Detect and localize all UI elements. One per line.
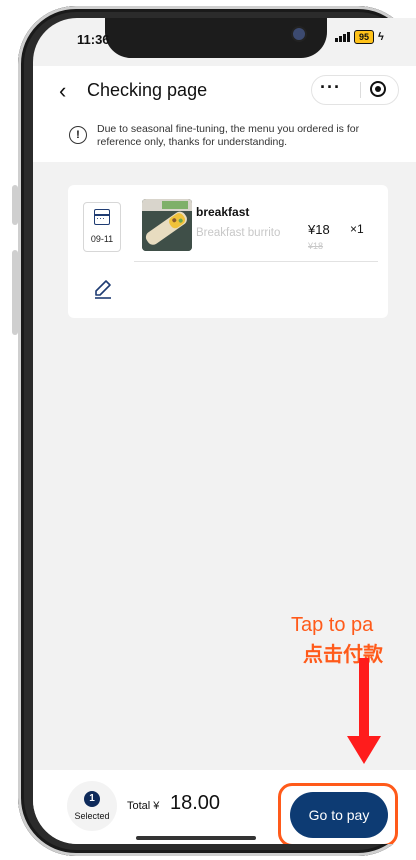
item-name: breakfast xyxy=(196,205,250,219)
selected-label: Selected xyxy=(74,811,110,821)
charging-icon: ϟ xyxy=(378,31,384,43)
home-indicator[interactable] xyxy=(136,836,256,840)
page-title: Checking page xyxy=(87,80,208,100)
camera-icon xyxy=(291,26,307,42)
header-bar: ‹ Checking page ··· xyxy=(33,66,416,116)
checkout-bar: 1 Selected Total ¥ 18.00 Go to pay xyxy=(33,770,416,844)
notice-banner: ! Due to seasonal fine-tuning, the menu … xyxy=(33,116,416,162)
order-card: 09-11 breakfast Breakfast burrito ¥1 xyxy=(68,185,388,318)
annotation-english: Tap to pa xyxy=(291,614,374,636)
selected-counter[interactable]: 1 Selected xyxy=(67,781,117,831)
notch xyxy=(105,18,327,58)
battery-icon: 95 xyxy=(354,30,375,44)
signal-icon xyxy=(335,32,350,42)
item-quantity: ×1 xyxy=(350,222,364,236)
go-to-pay-button[interactable]: Go to pay xyxy=(290,792,388,838)
total-label: Total ¥ xyxy=(127,800,160,812)
edit-pencil-icon[interactable] xyxy=(92,278,114,300)
selected-count-badge: 1 xyxy=(84,791,100,807)
screen: 11:36 95 ϟ ‹ Checking page ··· ! Due to … xyxy=(33,18,416,844)
notice-text: Due to seasonal fine-tuning, the menu yo… xyxy=(97,123,360,148)
back-icon[interactable]: ‹ xyxy=(59,78,66,104)
status-time: 11:36 xyxy=(77,32,110,47)
total-amount: 18.00 xyxy=(170,792,221,814)
date-badge[interactable]: 09-11 xyxy=(83,202,121,252)
capsule-divider xyxy=(360,82,361,98)
date-text: 09-11 xyxy=(90,234,114,244)
arrow-head xyxy=(347,736,381,764)
calendar-icon xyxy=(94,209,110,225)
item-price: ¥18 xyxy=(308,222,330,237)
arrow-down-icon xyxy=(359,658,369,740)
annotation-chinese: 点击付款 xyxy=(303,644,383,666)
mini-program-capsule: ··· xyxy=(311,75,399,105)
more-icon[interactable]: ··· xyxy=(320,77,341,98)
info-icon: ! xyxy=(69,126,87,144)
close-target-icon[interactable] xyxy=(370,81,386,97)
item-description: Breakfast burrito xyxy=(196,227,281,239)
item-original-price: ¥18 xyxy=(308,241,324,251)
phone-frame: 11:36 95 ϟ ‹ Checking page ··· ! Due to … xyxy=(0,0,416,860)
food-thumbnail xyxy=(142,199,192,251)
divider xyxy=(134,261,378,262)
status-icons: 95 ϟ xyxy=(335,30,384,44)
